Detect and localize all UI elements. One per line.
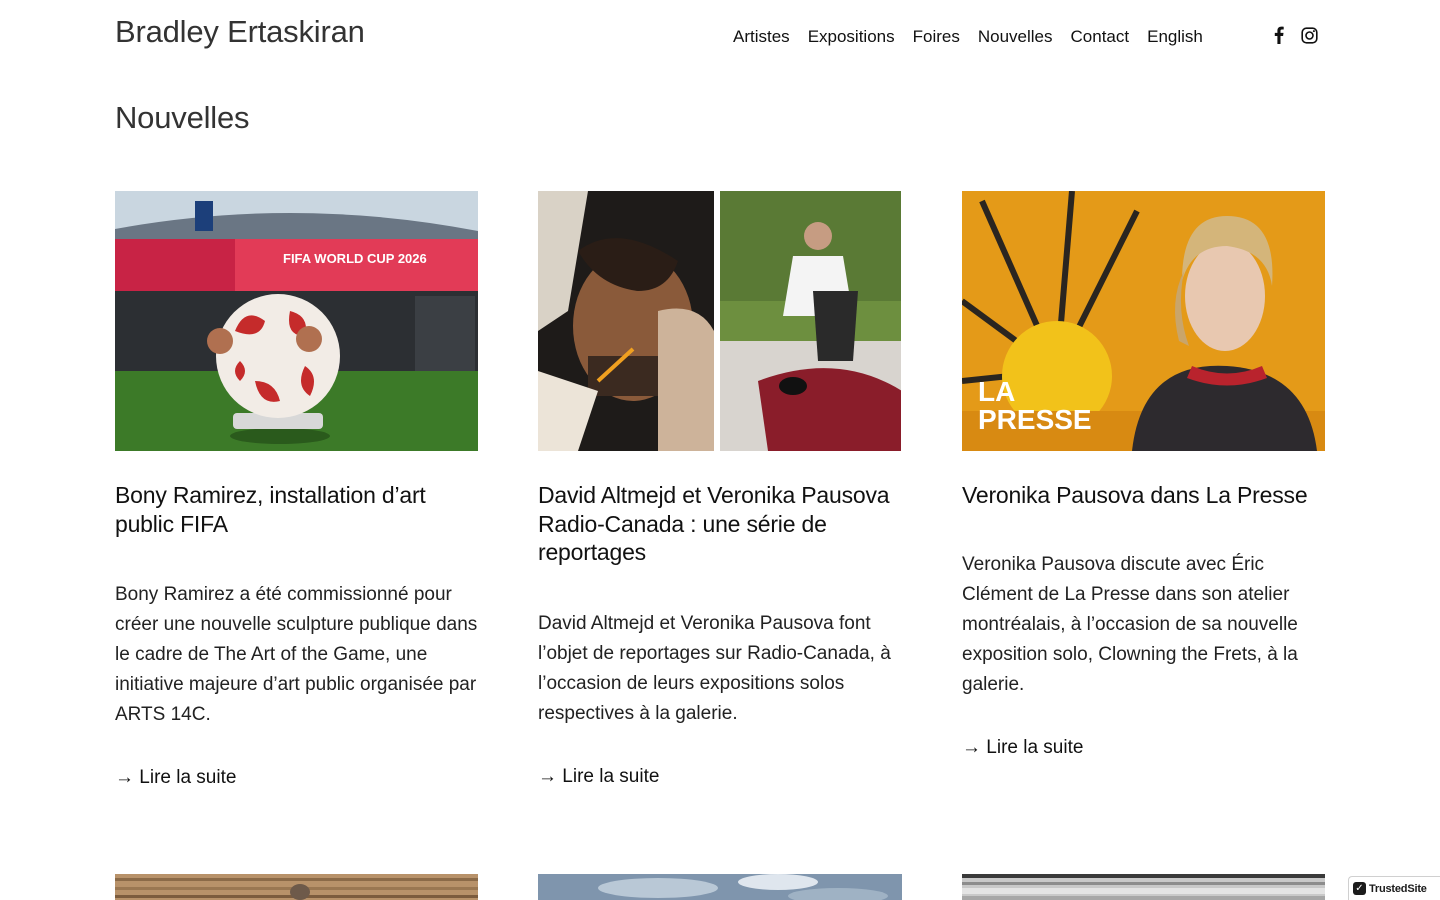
news-card-3: LA PRESSE Veronika Pausova dans La Press… [962,191,1325,759]
news-card-1: FIFA WORLD CUP 2026 Bony Ramirez, instal… [115,191,478,789]
news-card-2-title: David Altmejd et Veronika Pausova Radio-… [538,481,901,567]
news-card-1-title-link[interactable]: Bony Ramirez, installation d’art public … [115,482,426,537]
nav-foires[interactable]: Foires [913,27,960,47]
nav-artistes[interactable]: Artistes [733,27,790,47]
news-card-1-read-more[interactable]: → Lire la suite [115,767,236,789]
trustedsite-badge[interactable]: ✓ TrustedSite [1348,876,1440,900]
news-card-3-read-more[interactable]: → Lire la suite [962,737,1083,759]
nav-expositions[interactable]: Expositions [808,27,895,47]
nav-language-english[interactable]: English [1147,27,1203,47]
news-card-3-excerpt: Veronika Pausova discute avec Éric Cléme… [962,553,1298,695]
news-card-5-image[interactable] [538,874,902,900]
site-header: Bradley Ertaskiran Artistes Expositions … [0,0,1440,70]
news-card-1-title: Bony Ramirez, installation d’art public … [115,481,478,538]
news-card-2-title-link[interactable]: David Altmejd et Veronika Pausova Radio-… [538,482,890,565]
news-card-4-image[interactable] [115,874,478,900]
news-card-3-image[interactable]: LA PRESSE [962,191,1325,451]
trustedsite-label: TrustedSite [1369,882,1427,895]
news-card-1-excerpt: Bony Ramirez a été commissionné pour cré… [115,584,478,725]
news-card-2-excerpt: David Altmejd et Veronika Pausova font l… [538,612,891,724]
brand-logo-link[interactable]: Bradley Ertaskiran [115,14,365,50]
main-nav: Artistes Expositions Foires Nouvelles Co… [733,27,1203,47]
instagram-icon[interactable] [1301,25,1318,45]
page-title: Nouvelles [115,100,250,135]
la-presse-logo-line1: LA [978,376,1015,407]
nav-contact[interactable]: Contact [1071,27,1130,47]
fifa-banner-text: FIFA WORLD CUP 2026 [283,251,427,266]
news-card-3-title: Veronika Pausova dans La Presse [962,481,1325,510]
check-icon: ✓ [1353,882,1366,895]
facebook-icon[interactable] [1270,25,1287,45]
news-card-3-title-link[interactable]: Veronika Pausova dans La Presse [962,482,1308,508]
news-card-2-read-more[interactable]: → Lire la suite [538,766,659,788]
nav-nouvelles[interactable]: Nouvelles [978,27,1053,47]
la-presse-logo-line2: PRESSE [978,404,1092,435]
news-card-6-image[interactable] [962,874,1325,900]
social-links [1270,25,1318,45]
news-card-1-image[interactable]: FIFA WORLD CUP 2026 [115,191,478,451]
news-card-2-image[interactable] [538,191,901,451]
news-card-2: David Altmejd et Veronika Pausova Radio-… [538,191,901,788]
